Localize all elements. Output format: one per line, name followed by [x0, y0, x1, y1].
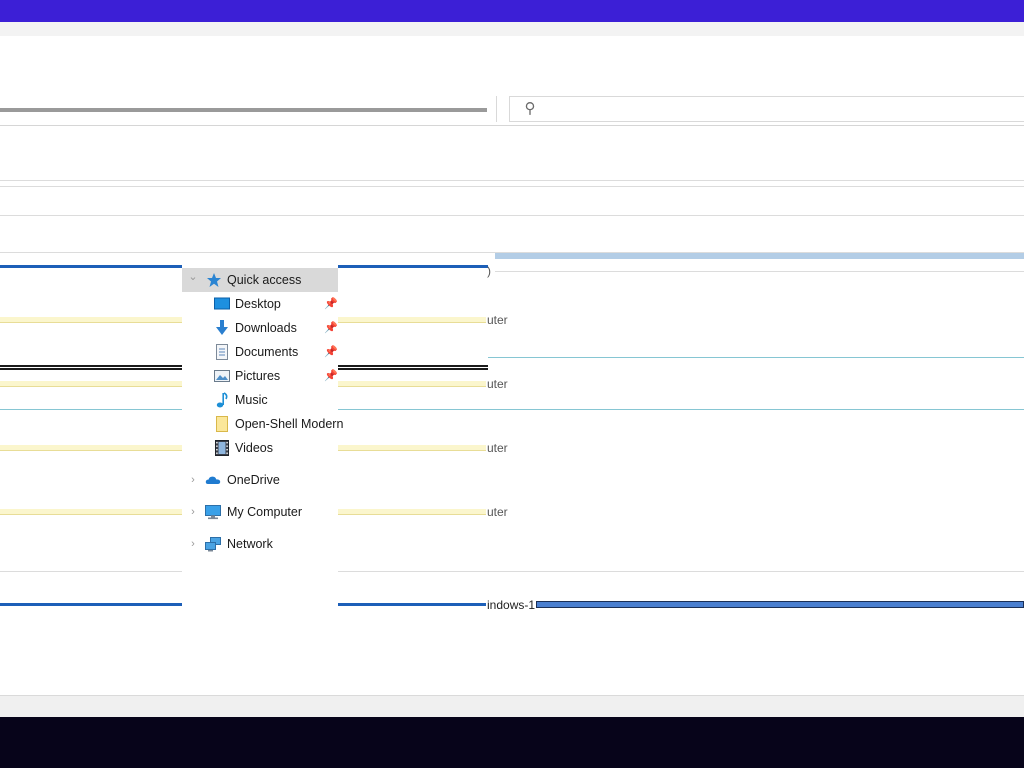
search-input[interactable]: [509, 96, 1024, 122]
star-icon: [207, 273, 221, 287]
chevron-down-icon[interactable]: ⌄: [188, 265, 198, 289]
nav-label: Videos: [235, 441, 273, 455]
chevron-right-icon[interactable]: ›: [188, 500, 198, 524]
nav-label: Quick access: [227, 273, 302, 287]
row-highlight: [0, 381, 182, 387]
text-fragment: indows-1: [487, 598, 536, 612]
nav-item-videos[interactable]: Videos: [182, 436, 338, 460]
pin-icon: 📌: [324, 370, 338, 382]
divider: [0, 409, 1024, 410]
ribbon-area: [0, 36, 1024, 91]
nav-label: OneDrive: [227, 473, 280, 487]
row-underline: [338, 265, 488, 268]
nav-item-desktop[interactable]: Desktop 📌: [182, 292, 338, 316]
nav-item-downloads[interactable]: Downloads 📌: [182, 316, 338, 340]
divider: [0, 215, 1024, 216]
documents-icon: [216, 344, 228, 360]
address-progress-bar: [0, 108, 487, 112]
network-icon: [205, 537, 221, 552]
text-fragment: uter: [487, 377, 508, 391]
nav-item-music[interactable]: Music: [182, 388, 338, 412]
text-fragment: ): [487, 264, 491, 278]
progress-bar: [536, 601, 1024, 608]
row-highlight: [338, 509, 486, 515]
nav-network[interactable]: › Network: [182, 532, 338, 556]
text-fragment: uter: [487, 313, 508, 327]
nav-label: My Computer: [227, 505, 303, 519]
folder-icon: [216, 416, 228, 432]
row-underline: [0, 603, 182, 606]
divider: [488, 357, 1024, 358]
status-bar: [0, 695, 1024, 718]
row-separator: [338, 365, 488, 370]
pin-icon: 📌: [324, 298, 338, 310]
computer-icon: [205, 505, 221, 520]
column-header-highlight: [495, 253, 1024, 259]
downloads-icon: [216, 320, 228, 335]
nav-label: Open-Shell Modern: [235, 417, 344, 431]
row-highlight: [338, 381, 486, 387]
pin-icon: 📌: [324, 322, 338, 334]
nav-label: Downloads: [235, 321, 297, 335]
nav-label: Pictures: [235, 369, 281, 383]
title-strip: [0, 22, 1024, 37]
text-fragment: uter: [487, 441, 508, 455]
search-icon: ⚲: [524, 100, 536, 117]
row-highlight: [0, 509, 182, 515]
nav-quick-access[interactable]: ⌄ Quick access: [182, 268, 338, 292]
text-fragment: uter: [487, 505, 508, 519]
nav-label: Music: [235, 393, 268, 407]
onedrive-icon: [205, 476, 221, 484]
nav-onedrive[interactable]: › OneDrive: [182, 468, 338, 492]
row-underline: [338, 603, 486, 606]
row-separator: [0, 365, 182, 370]
divider: [0, 180, 1024, 181]
chevron-right-icon[interactable]: ›: [188, 468, 198, 492]
pin-icon: 📌: [324, 346, 338, 358]
divider: [495, 271, 1024, 272]
nav-label: Network: [227, 537, 273, 551]
pictures-icon: [214, 370, 230, 382]
navigation-pane-dropdown: ⌄ Quick access Desktop 📌 Downloads 📌 Doc…: [182, 268, 343, 574]
divider: [0, 571, 1024, 572]
desktop-icon: [214, 297, 230, 310]
taskbar: [0, 717, 1024, 768]
row-underline: [0, 265, 182, 268]
nav-my-computer[interactable]: › My Computer: [182, 500, 338, 524]
divider: [0, 186, 1024, 187]
row-highlight: [0, 317, 182, 323]
nav-label: Documents: [235, 345, 299, 359]
chevron-right-icon[interactable]: ›: [188, 532, 198, 556]
videos-icon: [215, 440, 229, 456]
window-top-accent-bar: [0, 0, 1024, 22]
music-icon: [216, 392, 228, 408]
nav-item-open-shell-modern[interactable]: Open-Shell Modern: [182, 412, 343, 436]
row-highlight: [0, 445, 182, 451]
nav-item-documents[interactable]: Documents 📌: [182, 340, 338, 364]
nav-item-pictures[interactable]: Pictures 📌: [182, 364, 338, 388]
row-highlight: [338, 317, 486, 323]
row-highlight: [338, 445, 486, 451]
nav-label: Desktop: [235, 297, 281, 311]
